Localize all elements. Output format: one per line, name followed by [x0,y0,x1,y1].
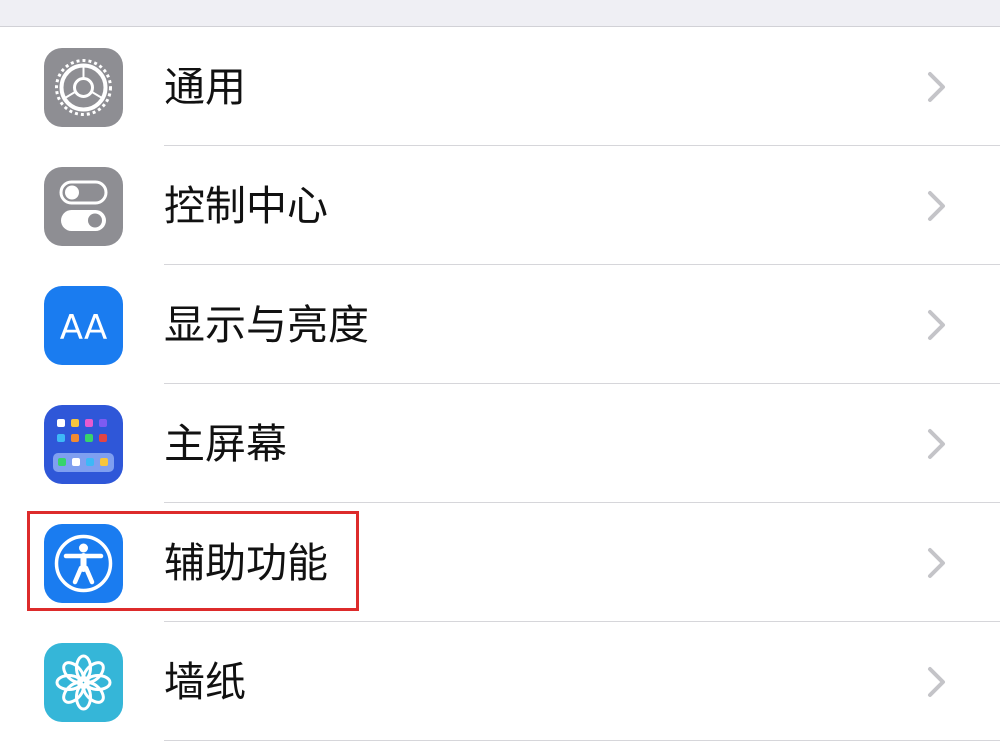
chevron-right-icon [928,310,945,340]
settings-item-home-screen[interactable]: 主屏幕 [0,384,1000,503]
settings-item-label: 通用 [164,63,246,111]
separator [164,740,1000,741]
text-size-icon-glyph: AA [60,308,107,348]
settings-item-label: 主屏幕 [164,420,287,468]
chevron-right-icon [928,191,945,221]
settings-item-label: 控制中心 [164,182,328,230]
settings-item-label: 墙纸 [164,658,246,706]
settings-item-label: 显示与亮度 [164,301,369,349]
settings-item-general[interactable]: 通用 [0,27,1000,146]
gear-icon [44,48,123,127]
chevron-right-icon [928,667,945,697]
settings-list: 通用 控制中心 AA 显示与亮度 主屏幕 辅助功能 墙纸 [0,26,1000,745]
highlight-box-accessibility [27,511,359,611]
top-background [0,0,1000,26]
text-size-icon: AA [44,286,123,365]
settings-item-control-center[interactable]: 控制中心 [0,146,1000,265]
chevron-right-icon [928,429,945,459]
toggles-icon [44,167,123,246]
app-grid-icon [44,405,123,484]
chevron-right-icon [928,72,945,102]
chevron-right-icon [928,548,945,578]
flower-icon [44,643,123,722]
settings-item-display-brightness[interactable]: AA 显示与亮度 [0,265,1000,384]
settings-item-wallpaper[interactable]: 墙纸 [0,622,1000,741]
